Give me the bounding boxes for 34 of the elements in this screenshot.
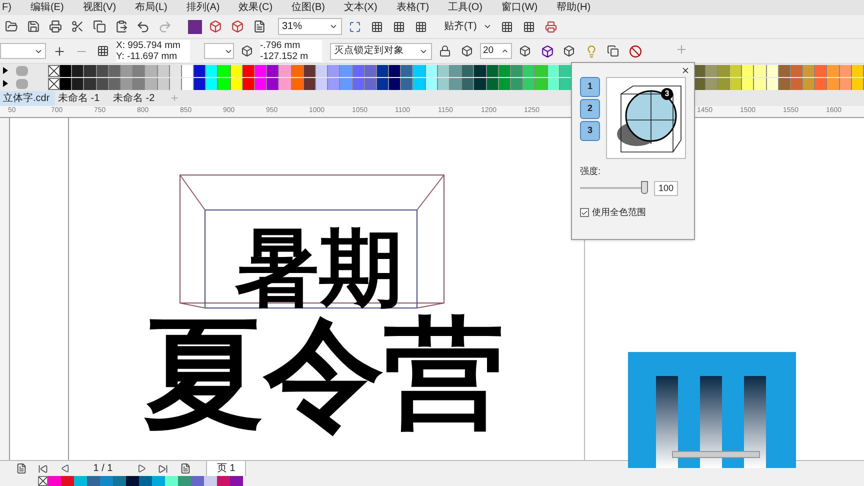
menu-item[interactable]: 表格(T) [396,0,430,15]
vanishing-point-dropdown[interactable]: 灭点锁定到对象 [330,42,432,60]
snap-button[interactable]: 贴齐(T) [442,19,494,34]
document-tab[interactable]: 立体字.cdr [0,91,55,106]
menu-item[interactable]: 布局(L) [135,0,168,15]
vanishing-x-field[interactable]: -.796 mm [260,40,322,51]
menu-item[interactable]: 工具(O) [448,0,483,15]
intensity-field[interactable]: 100 [654,180,678,196]
light-button[interactable]: 2 [580,99,600,119]
document-tab[interactable]: 未命名 -1 [55,91,110,106]
menu-item[interactable]: 效果(C) [238,0,273,15]
light-button[interactable]: 1 [580,77,600,97]
document-tab[interactable]: 未命名 -2 [110,91,165,106]
vanishing-y-field[interactable]: -127.152 m [260,51,322,62]
menu-item[interactable]: 帮助(H) [556,0,591,15]
x-position-field[interactable]: X: 995.794 mm [116,40,190,51]
menu-item[interactable]: 排列(A) [186,0,220,15]
depth-field[interactable]: 20 [480,43,512,59]
menu-item[interactable]: 编辑(E) [30,0,64,15]
extruded-heading: 暑期 [235,226,403,310]
artwork-heading: 夏令营 [144,314,504,434]
light-marker[interactable]: 3 [661,88,673,100]
full-color-label: 使用全色范围 [592,206,646,219]
menu-item[interactable]: 文本(X) [344,0,378,15]
menu-item[interactable]: 位图(B) [292,0,325,15]
menu-item[interactable]: 视图(V) [82,0,116,15]
menu-item[interactable]: 窗口(W) [502,0,538,15]
intensity-label: 强度: [580,165,602,178]
light-button[interactable]: 3 [580,121,600,141]
page-counter: 1 / 1 [92,462,114,476]
page-tab[interactable]: 页 1 [206,461,246,476]
zoom-dropdown[interactable]: 31% [278,18,342,35]
y-position-field[interactable]: Y: -11.697 mm [116,51,190,62]
menu-item[interactable]: F) [2,0,12,15]
